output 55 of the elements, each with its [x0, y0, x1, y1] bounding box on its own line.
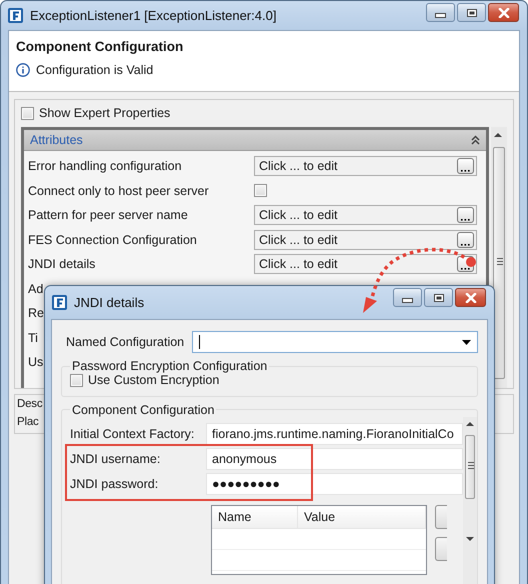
close-icon[interactable]	[498, 8, 510, 18]
checkbox-label: Use Custom Encryption	[88, 373, 220, 387]
close-button[interactable]	[455, 288, 486, 307]
group-title: Password Encryption Configuration	[71, 359, 268, 373]
minimize-button[interactable]	[393, 288, 422, 307]
field-label: Initial Context Factory:	[70, 426, 196, 440]
property-label: Re	[28, 306, 44, 320]
property-label: Ad	[28, 282, 44, 296]
property-label: Connect only to host peer server	[28, 184, 209, 198]
close-icon[interactable]	[464, 292, 476, 302]
app-logo-icon	[51, 294, 68, 311]
text-field[interactable]: anonymous	[206, 448, 463, 470]
property-label: Error handling configuration	[28, 159, 182, 174]
side-button[interactable]	[435, 504, 447, 528]
collapse-icon[interactable]	[471, 135, 480, 145]
status-message: Configuration is Valid	[36, 63, 154, 77]
app-logo-icon	[7, 7, 24, 24]
checkbox[interactable]	[254, 184, 267, 198]
checkbox[interactable]	[70, 374, 83, 386]
column-header[interactable]: Name	[212, 506, 298, 528]
property-label: FES Connection Configuration	[28, 232, 197, 247]
ellipsis-icon[interactable]	[457, 207, 474, 224]
column-header[interactable]: Value	[298, 506, 426, 528]
section-header[interactable]: Attributes	[24, 130, 486, 151]
text-field[interactable]: ●●●●●●●●●	[206, 472, 463, 494]
field-label: JNDI username:	[70, 452, 162, 466]
scrollbar[interactable]	[491, 127, 507, 388]
ellipsis-icon[interactable]	[457, 232, 474, 248]
property-label: Pattern for peer server name	[28, 208, 188, 222]
text-field[interactable]: fiorano.jms.runtime.naming.FioranoInitialCo	[206, 422, 463, 444]
group-title: Component Configuration	[71, 402, 216, 416]
property-label: Plac	[17, 416, 39, 428]
window-title: ExceptionListener1 [ExceptionListener:4.0]	[30, 8, 278, 23]
property-field[interactable]: Click ... to edit	[254, 156, 477, 176]
close-button[interactable]	[488, 3, 519, 22]
property-label: JNDI details	[28, 257, 96, 272]
maximize-button[interactable]	[424, 288, 453, 307]
scrollbar[interactable]	[463, 416, 477, 584]
property-field[interactable]: Click ... to edit	[254, 205, 477, 226]
minimize-button[interactable]	[426, 3, 455, 22]
property-label: Us	[28, 355, 44, 370]
property-label: Ti	[28, 330, 38, 345]
checkbox[interactable]	[21, 106, 34, 120]
property-field[interactable]: Click ... to edit	[254, 254, 477, 274]
maximize-button[interactable]	[457, 3, 486, 22]
ellipsis-icon[interactable]	[457, 158, 474, 174]
property-field[interactable]: Click ... to edit	[254, 230, 477, 250]
info-icon	[16, 63, 30, 77]
property-label: Desc	[17, 398, 42, 410]
checkbox-label: Show Expert Properties	[39, 106, 170, 120]
field-label: JNDI password:	[70, 476, 160, 490]
window-title: JNDI details	[74, 295, 146, 310]
field-label: Named Configuration	[66, 335, 184, 349]
side-button[interactable]	[435, 536, 447, 560]
page-heading: Component Configuration	[16, 39, 184, 54]
